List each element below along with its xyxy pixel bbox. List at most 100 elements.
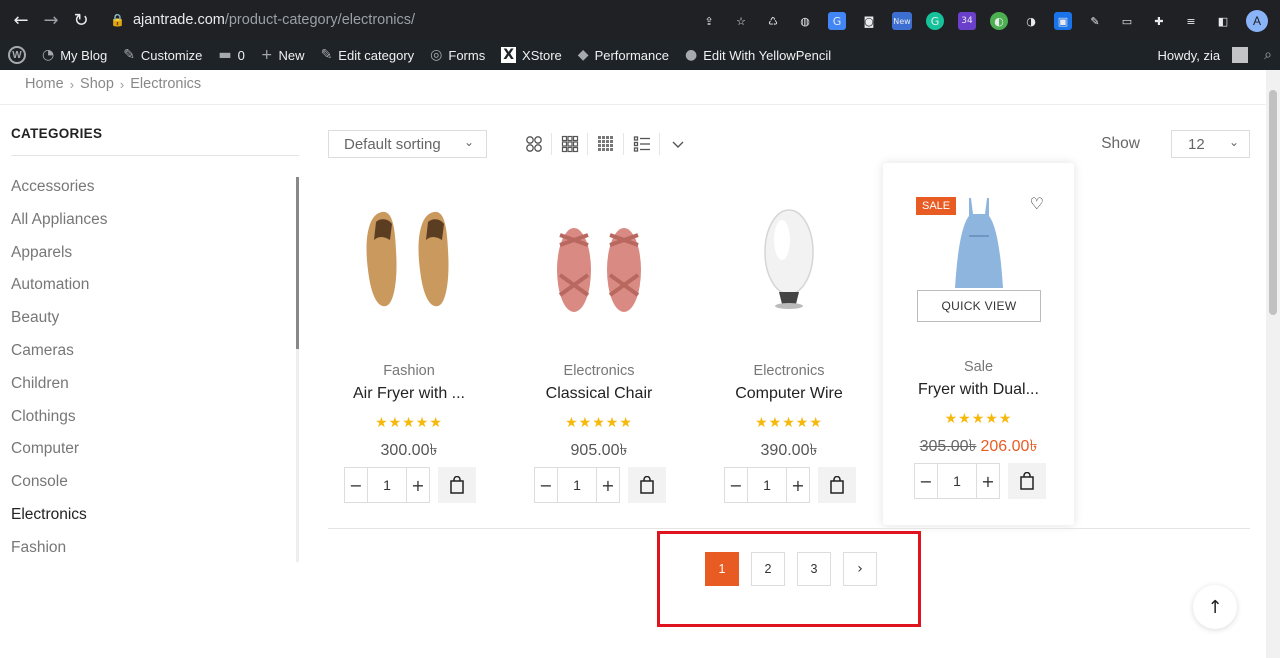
product-category[interactable]: Sale [883,359,1074,375]
breadcrumb-shop[interactable]: Shop [80,76,114,92]
admin-search[interactable]: ⌕ [1256,40,1280,70]
product-category[interactable]: Electronics [518,363,680,379]
category-item[interactable]: All Appliances [11,209,301,242]
profile-avatar[interactable]: A [1246,10,1268,32]
product-title[interactable]: Classical Chair [518,385,680,403]
my-blog-link[interactable]: ◔ My Blog [34,40,115,70]
leaf-extension-icon[interactable]: ◑ [1022,12,1040,30]
translate-extension-icon[interactable]: G [828,12,846,30]
xstore-link[interactable]: X XStore [493,40,570,70]
quantity-input[interactable]: 1 [937,464,977,498]
grid-2-view-icon[interactable] [516,133,552,155]
new-link[interactable]: + New [253,40,313,70]
minus-button[interactable]: − [725,468,747,502]
yellowpencil-link[interactable]: ● Edit With YellowPencil [677,40,839,70]
wp-logo-button[interactable]: W [0,40,34,70]
forward-icon[interactable]: → [36,5,66,35]
share-icon[interactable]: ⇪ [700,12,718,30]
address-bar[interactable]: 🔒 ajantrade.com/product-category/electro… [98,5,763,35]
howdy-account[interactable]: Howdy, zia [1150,40,1257,70]
grid-4-view-icon[interactable] [588,133,624,155]
category-item[interactable]: Fashion [11,537,301,570]
category-item[interactable]: Beauty [11,307,301,340]
product-title[interactable]: Fryer with Dual... [883,381,1074,399]
page-content: Home › Shop › Electronics CATEGORIES Acc… [0,70,1266,658]
quantity-input[interactable]: 1 [367,468,407,502]
more-views-chevron-icon[interactable] [660,133,696,155]
breadcrumb-home[interactable]: Home [25,76,64,92]
product-image[interactable] [883,193,1074,293]
shopping-bag-icon [830,476,844,494]
recycle-extension-icon[interactable]: ♺ [764,12,782,30]
plus-button[interactable]: + [787,468,809,502]
category-item[interactable]: Children [11,373,301,406]
new-badge: New [893,16,911,26]
plus-button[interactable]: + [977,464,999,498]
product-title[interactable]: Air Fryer with ... [328,385,490,403]
new-extension-icon[interactable]: New [892,12,912,30]
counter-extension-icon[interactable]: 34 [958,12,976,30]
bookmark-star-icon[interactable]: ☆ [732,12,750,30]
quantity-input[interactable]: 1 [557,468,597,502]
product-card[interactable]: Electronics Computer Wire ★★★★★ 390.00৳ … [708,165,870,515]
category-item[interactable]: Clothings [11,406,301,439]
sidebar-scroll-thumb[interactable] [296,177,299,349]
product-image[interactable] [708,185,870,335]
color-extension-icon[interactable]: ◐ [990,12,1008,30]
per-page-select[interactable]: 12 ⌄ [1171,130,1250,158]
product-image[interactable] [328,185,490,335]
plus-button[interactable]: + [597,468,619,502]
minus-button[interactable]: − [915,464,937,498]
list-view-icon[interactable] [624,133,660,155]
product-category[interactable]: Electronics [708,363,870,379]
puzzle-icon[interactable]: ✚ [1150,12,1168,30]
category-item[interactable]: Accessories [11,176,301,209]
breadcrumb: Home › Shop › Electronics [25,76,201,92]
page-scrollbar[interactable] [1266,70,1280,658]
forms-link[interactable]: ◎ Forms [422,40,493,70]
product-title[interactable]: Computer Wire [708,385,870,403]
add-to-cart-button[interactable] [628,467,666,503]
category-item[interactable]: Apparels [11,242,301,275]
category-item[interactable]: Cameras [11,340,301,373]
reload-icon[interactable]: ↻ [66,5,96,35]
edit-category-link[interactable]: ✎ Edit category [313,40,423,70]
add-to-cart-button[interactable] [1008,463,1046,499]
product-card[interactable]: Fashion Air Fryer with ... ★★★★★ 300.00৳… [328,165,490,515]
pencil-extension-icon[interactable]: ✎ [1086,12,1104,30]
product-category[interactable]: Fashion [328,363,490,379]
browser-toolbar: ← → ↻ 🔒 ajantrade.com/product-category/e… [0,0,1280,40]
sidepanel-icon[interactable]: ◧ [1214,12,1232,30]
quantity-input[interactable]: 1 [747,468,787,502]
quick-view-button[interactable]: QUICK VIEW [917,290,1041,322]
cast-extension-icon[interactable]: ▭ [1118,12,1136,30]
globe-extension-icon[interactable]: ◍ [796,12,814,30]
customize-link[interactable]: ✎ Customize [115,40,210,70]
camera-extension-icon[interactable]: ◙ [860,12,878,30]
add-to-cart-button[interactable] [438,467,476,503]
page-scroll-thumb[interactable] [1269,90,1277,315]
grammarly-icon[interactable]: G [926,12,944,30]
screen-extension-icon[interactable]: ▣ [1054,12,1072,30]
add-to-cart-button[interactable] [818,467,856,503]
product-image[interactable] [518,185,680,335]
reading-list-icon[interactable]: ≡ [1182,12,1200,30]
category-item-active[interactable]: Electronics [11,504,301,537]
rating-stars: ★★★★★ [565,415,633,431]
product-card[interactable]: Electronics Classical Chair ★★★★★ 905.00… [518,165,680,515]
grid-3-view-icon[interactable] [552,133,588,155]
category-item[interactable]: Computer [11,438,301,471]
performance-link[interactable]: ◆ Performance [570,40,677,70]
plus-button[interactable]: + [407,468,429,502]
scroll-to-top-arrow-icon[interactable]: ↑ [1193,585,1237,629]
product-card-hovered[interactable]: SALE ♡ QUICK VIEW Sale Fryer with Dual..… [883,163,1074,525]
heart-icon[interactable]: ♡ [1030,194,1044,213]
back-icon[interactable]: ← [6,5,36,35]
minus-button[interactable]: − [535,468,557,502]
sidebar-scrollbar[interactable] [296,177,299,562]
category-item[interactable]: Console [11,471,301,504]
sort-select[interactable]: Default sorting ⌄ [328,130,487,158]
minus-button[interactable]: − [345,468,367,502]
comments-link[interactable]: ▬ 0 [210,40,252,70]
category-item[interactable]: Automation [11,274,301,307]
